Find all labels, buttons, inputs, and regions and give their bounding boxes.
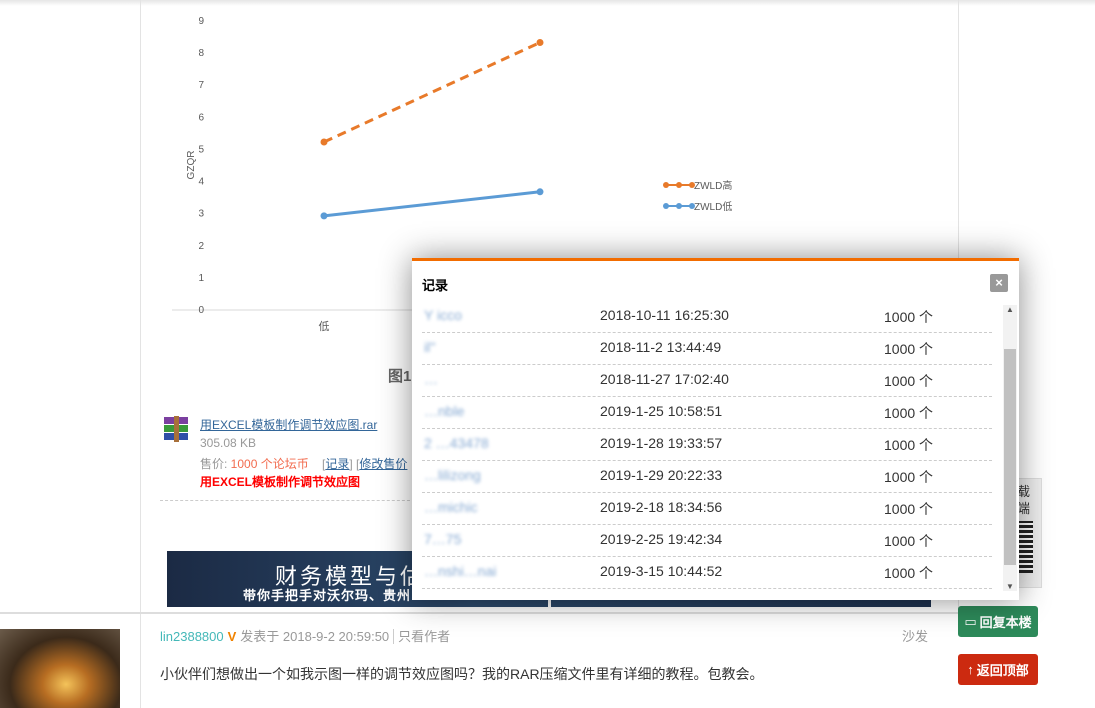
record-date: 2018-11-27 17:02:40 — [600, 371, 729, 387]
record-user[interactable]: Y icco — [424, 307, 462, 323]
legend-marker — [663, 203, 669, 209]
legend-marker — [676, 203, 682, 209]
record-user[interactable]: il'' — [424, 339, 436, 355]
post-body: 小伙伴们想做出一个如我示图一样的调节效应图吗？我的RAR压缩文件里有详细的教程。… — [160, 666, 764, 682]
record-user[interactable]: …nble — [424, 403, 464, 419]
record-row: … 2018-11-27 17:02:40 1000 个 — [422, 365, 992, 397]
y-tick-label: 7 — [198, 80, 204, 91]
data-point — [536, 188, 544, 196]
reply-button[interactable]: ▭ 回复本楼 — [958, 606, 1038, 637]
scrollbar[interactable]: ▲ ▼ — [1003, 305, 1017, 591]
record-row: …nshi…nai 2019-3-15 10:44:52 1000 个 — [422, 557, 992, 589]
legend-marker — [663, 182, 669, 188]
attachment-description: 用EXCEL模板制作调节效应图 — [200, 475, 361, 489]
vip-badge-icon: V — [227, 629, 237, 644]
records-link[interactable]: 记录 — [325, 457, 349, 471]
y-tick-label: 6 — [198, 112, 204, 123]
record-row: …michic 2019-2-18 18:34:56 1000 个 — [422, 493, 992, 525]
qr-code-icon — [1017, 521, 1033, 573]
record-amount: 1000 个 — [884, 501, 934, 517]
record-date: 2019-3-15 10:44:52 — [600, 563, 723, 579]
y-tick-label: 3 — [198, 209, 204, 220]
modify-price-link[interactable]: 修改售价 — [359, 457, 407, 471]
record-row: 7…75 2019-2-25 19:42:34 1000 个 — [422, 525, 992, 557]
attachment-size: 305.08 KB — [200, 436, 257, 450]
y-tick-label: 5 — [198, 144, 204, 155]
y-tick-label: 1 — [198, 273, 204, 284]
record-user[interactable]: … — [424, 371, 438, 387]
legend-label: ZWLD高 — [694, 179, 732, 192]
record-row: Y icco 2018-10-11 16:25:30 1000 个 — [422, 301, 992, 333]
record-user[interactable]: …nshi…nai — [424, 563, 496, 579]
record-amount: 1000 个 — [884, 405, 934, 421]
record-amount: 1000 个 — [884, 565, 934, 581]
records-list: Y icco 2018-10-11 16:25:30 1000 个 il'' 2018… — [422, 301, 992, 589]
post-meta: lin2388800 V 发表于 2018-9-2 20:59:50 只看作者 — [160, 626, 451, 645]
post-time: 发表于 2018-9-2 20:59:50 — [240, 629, 390, 644]
record-row: …lilizong 2019-1-29 20:22:33 1000 个 — [422, 461, 992, 493]
record-row: 2 …43478 2019-1-28 19:33:57 1000 个 — [422, 429, 992, 461]
record-row: il'' 2018-11-2 13:44:49 1000 个 — [422, 333, 992, 365]
scroll-up-icon[interactable]: ▲ — [1006, 305, 1014, 314]
scrollbar-thumb[interactable] — [1004, 349, 1016, 565]
floor-label: 沙发 — [902, 629, 929, 644]
record-amount: 1000 个 — [884, 373, 934, 389]
series-line — [323, 41, 541, 144]
top-label: 返回顶部 — [976, 663, 1029, 678]
record-user[interactable]: 7…75 — [424, 531, 461, 547]
legend-label: ZWLD低 — [694, 200, 732, 213]
divider — [160, 500, 420, 501]
series-line — [323, 190, 541, 218]
record-amount: 1000 个 — [884, 533, 934, 549]
record-amount: 1000 个 — [884, 341, 934, 357]
arrow-up-icon: ↑ — [967, 662, 974, 677]
banner-subtitle: 带你手把手对沃尔玛、贵州 — [243, 588, 412, 603]
record-date: 2019-1-28 19:33:57 — [600, 435, 723, 451]
record-user[interactable]: 2 …43478 — [424, 435, 489, 451]
record-user[interactable]: …michic — [424, 499, 478, 515]
records-dialog: 记录 × Y icco 2018-10-11 16:25:30 1000 个 il''… — [412, 258, 1019, 600]
record-amount: 1000 个 — [884, 437, 934, 453]
record-date: 2018-11-2 13:44:49 — [600, 339, 722, 355]
price-value: 1000 个论坛币 — [230, 457, 309, 471]
y-tick-label: 8 — [198, 48, 204, 59]
scroll-down-icon[interactable]: ▼ — [1006, 582, 1014, 591]
record-amount: 1000 个 — [884, 469, 934, 485]
price-label: 售价: — [200, 457, 231, 471]
attachment-price: 售价: 1000 个论坛币 [记录] [修改售价 — [200, 457, 408, 471]
post-divider — [0, 612, 958, 614]
close-icon[interactable]: × — [990, 274, 1008, 292]
record-date: 2019-2-18 18:34:56 — [600, 499, 723, 515]
rar-file-icon — [164, 416, 188, 442]
data-point — [320, 212, 328, 220]
reply-label: 回复本楼 — [979, 615, 1032, 630]
attachment-link[interactable]: 用EXCEL模板制作调节效应图.rar — [200, 416, 377, 433]
record-date: 2018-10-11 16:25:30 — [600, 307, 729, 323]
comment-icon: ▭ — [964, 613, 977, 629]
record-date: 2019-1-29 20:22:33 — [600, 467, 723, 483]
y-tick-label: 0 — [198, 305, 204, 316]
record-amount: 1000 个 — [884, 309, 934, 325]
qr-text: 载端 — [1017, 484, 1031, 516]
username-link[interactable]: lin2388800 — [160, 629, 224, 644]
x-tick-label: 低 — [319, 320, 330, 333]
dialog-title: 记录 — [422, 278, 449, 293]
chart-caption: 图1 — [388, 368, 411, 385]
y-tick-label: 4 — [198, 177, 204, 188]
avatar[interactable] — [0, 629, 120, 708]
back-to-top-button[interactable]: ↑ 返回顶部 — [958, 654, 1038, 685]
y-tick-label: 9 — [198, 16, 204, 27]
legend-marker — [676, 182, 682, 188]
record-user[interactable]: …lilizong — [424, 467, 481, 483]
data-point — [320, 138, 328, 146]
only-author-link[interactable]: 只看作者 — [393, 629, 451, 644]
record-row: …nble 2019-1-25 10:58:51 1000 个 — [422, 397, 992, 429]
y-tick-label: 2 — [198, 241, 204, 252]
record-date: 2019-1-25 10:58:51 — [600, 403, 723, 419]
y-axis-label: GZQR — [186, 151, 197, 180]
divider — [140, 614, 141, 708]
record-date: 2019-2-25 19:42:34 — [600, 531, 723, 547]
data-point — [536, 38, 544, 46]
